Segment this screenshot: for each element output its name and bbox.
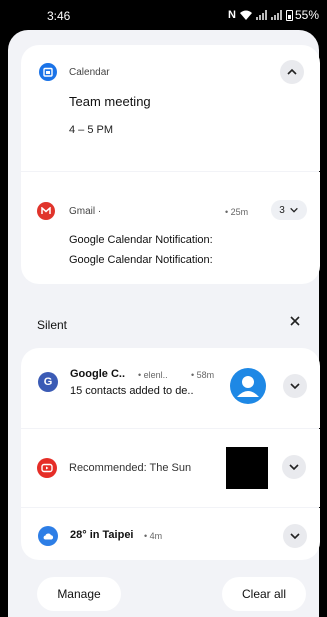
- calendar-notification[interactable]: Calendar Team meeting 4 – 5 PM: [21, 45, 320, 171]
- gmail-app-name: Gmail ·: [69, 206, 101, 217]
- clear-all-button[interactable]: Clear all: [222, 577, 306, 611]
- signal-2-icon: [270, 10, 282, 20]
- calendar-icon: [43, 67, 53, 77]
- gmail-app-label: Gmail: [69, 206, 96, 217]
- google-notification-title: Google C..: [70, 368, 125, 380]
- calendar-event-title: Team meeting: [69, 94, 151, 109]
- collapse-button[interactable]: [280, 60, 304, 84]
- google-g-icon: G: [38, 372, 58, 392]
- battery-percent: 55%: [294, 8, 319, 22]
- gmail-app-icon: [37, 202, 55, 220]
- mail-icon: [41, 207, 51, 214]
- gmail-notification[interactable]: Gmail · • 25m 3 Google Calendar Notifica…: [21, 172, 320, 284]
- gmail-count: 3: [279, 204, 285, 216]
- youtube-app-icon: [37, 458, 57, 478]
- battery-indicator: 55%: [285, 8, 319, 22]
- nfc-icon: N: [228, 9, 236, 21]
- chevron-down-icon: [289, 207, 298, 213]
- chevron-up-icon: [287, 68, 297, 75]
- gmail-line-2: Google Calendar Notification:: [69, 254, 213, 266]
- expand-button[interactable]: [283, 374, 307, 398]
- google-notification-body: 15 contacts added to de..: [70, 385, 194, 397]
- youtube-notification-body: Recommended: The Sun: [69, 462, 192, 474]
- manage-button[interactable]: Manage: [37, 577, 121, 611]
- gmail-expand-button[interactable]: 3: [271, 200, 307, 220]
- google-notification-age: • 58m: [191, 370, 215, 380]
- google-contacts-notification[interactable]: G Google C.. • elenl.. • 58m 15 contacts…: [21, 348, 320, 428]
- youtube-notification[interactable]: Recommended: The Sun: [21, 429, 320, 507]
- calendar-app-icon: [39, 63, 57, 81]
- gmail-app-suffix: ·: [97, 206, 102, 217]
- gmail-line-1: Google Calendar Notification:: [69, 234, 213, 246]
- close-icon[interactable]: [288, 314, 302, 328]
- cloud-icon: [43, 533, 54, 540]
- gmail-age: • 25m: [225, 207, 249, 217]
- google-notification-account: • elenl..: [138, 370, 168, 380]
- weather-title: 28° in Taipei: [70, 529, 134, 541]
- weather-notification[interactable]: 28° in Taipei • 4m: [21, 508, 320, 560]
- signal-1-icon: [255, 10, 267, 20]
- battery-icon: [285, 9, 293, 21]
- weather-app-icon: [38, 526, 58, 546]
- chevron-down-icon: [289, 464, 299, 471]
- status-time: 3:46: [47, 9, 71, 23]
- chevron-down-icon: [290, 533, 300, 540]
- calendar-event-time: 4 – 5 PM: [69, 124, 114, 136]
- expand-button[interactable]: [282, 455, 306, 479]
- status-icons: N 55%: [228, 8, 319, 22]
- chevron-down-icon: [290, 383, 300, 390]
- video-thumbnail: [226, 447, 268, 489]
- wifi-icon: [239, 10, 252, 20]
- person-icon: [237, 376, 259, 397]
- silent-section-label: Silent: [37, 318, 68, 332]
- expand-button[interactable]: [283, 524, 307, 548]
- calendar-app-name: Calendar: [69, 67, 110, 78]
- play-icon: [41, 463, 53, 473]
- avatar: [230, 368, 266, 404]
- weather-age: • 4m: [144, 531, 163, 541]
- status-bar: 3:46 N 55%: [0, 0, 327, 30]
